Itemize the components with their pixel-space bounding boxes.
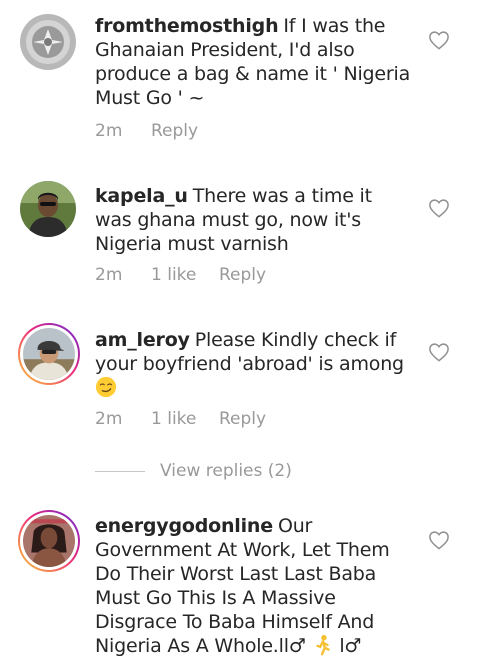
view-replies-button[interactable]: View replies (2) [95,460,292,482]
like-heart-icon[interactable] [428,342,450,362]
comment-body-suffix-2: l♂ [339,635,362,657]
comment-text-block: fromthemosthigh If I was the Ghanaian Pre… [95,14,413,110]
man-avatar [20,181,76,237]
comment-username[interactable]: fromthemosthigh [95,15,279,37]
comment-text-block: kapela_u There was a time it was ghana mu… [95,184,413,256]
comment-time: 2m [95,409,123,429]
avatar[interactable] [18,510,80,572]
comment-likes[interactable]: 1 like [151,265,219,285]
gray-emblem-avatar [20,14,76,70]
person-walking-emoji [315,634,330,656]
avatar[interactable] [18,323,80,385]
like-heart-icon[interactable] [428,530,450,550]
avatar-picture [23,328,75,380]
comment-time: 2m [95,121,123,141]
comment-meta: 2m 1 like Reply [95,409,266,429]
reply-button[interactable]: Reply [219,265,266,285]
comment-time: 2m [95,265,123,285]
smirking-face-emoji [95,376,117,398]
comment-body-suffix: ll♂ [278,635,306,657]
comment-username[interactable]: am_leroy [95,329,190,351]
like-heart-icon[interactable] [428,30,450,50]
comment-meta: 2m 1 like Reply [95,265,266,285]
comment-text-block: am_leroy Please Kindly check if your boyf… [95,328,413,400]
comment-likes[interactable]: 1 like [151,409,219,429]
cap-man-avatar [23,328,75,380]
avatar-picture [23,515,75,567]
reply-button[interactable]: Reply [151,121,198,141]
woman-avatar [23,515,75,567]
view-replies-divider [95,470,145,472]
view-replies-label[interactable]: View replies (2) [160,461,292,481]
avatar[interactable] [20,14,76,70]
comment-text-block: energygodonline Our Government At Work, L… [95,514,415,658]
like-heart-icon[interactable] [428,198,450,218]
reply-button[interactable]: Reply [219,409,266,429]
comment-username[interactable]: kapela_u [95,185,188,207]
comment-username[interactable]: energygodonline [95,515,273,537]
avatar-inner [20,512,78,570]
comment-meta: 2m Reply [95,121,198,141]
avatar[interactable] [20,181,76,237]
avatar-inner [20,325,78,383]
